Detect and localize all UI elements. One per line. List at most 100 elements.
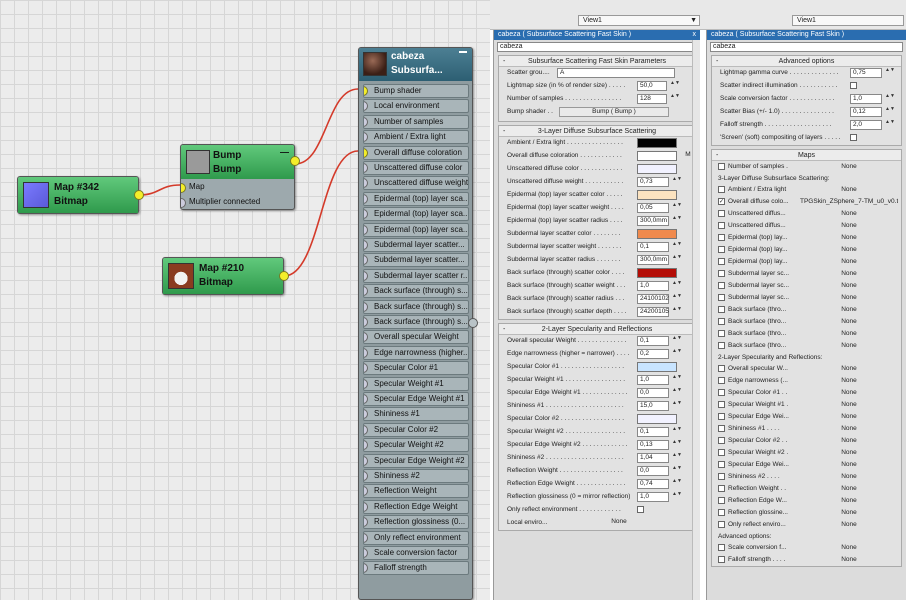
map-enable-checkbox[interactable]: [718, 401, 725, 408]
map-enable-checkbox[interactable]: [718, 521, 725, 528]
material-slot[interactable]: Back surface (through) s...: [363, 315, 469, 329]
map-enable-checkbox[interactable]: [718, 509, 725, 516]
bump-shader-button[interactable]: Bump ( Bump ): [559, 107, 669, 117]
number-field[interactable]: 24200105: [637, 307, 669, 317]
map-enable-checkbox[interactable]: [718, 473, 725, 480]
input-socket[interactable]: [364, 101, 368, 112]
view-selector-right[interactable]: View1: [792, 15, 904, 26]
input-socket[interactable]: [364, 455, 368, 466]
material-slot[interactable]: Scale conversion factor: [363, 546, 469, 560]
material-slot[interactable]: Subdermal layer scatter...: [363, 238, 469, 252]
color-swatch[interactable]: [637, 190, 677, 200]
checkbox[interactable]: [850, 82, 857, 89]
color-swatch[interactable]: [637, 151, 677, 161]
input-socket[interactable]: [364, 147, 368, 158]
map-slot-button[interactable]: None: [800, 496, 898, 506]
number-field[interactable]: 0,12: [850, 107, 882, 117]
material-slot[interactable]: Specular Weight #2: [363, 438, 469, 453]
map-slot-button[interactable]: None: [800, 412, 898, 422]
input-socket[interactable]: [364, 132, 368, 143]
map-enable-checkbox[interactable]: [718, 258, 725, 265]
number-field[interactable]: 1,0: [637, 375, 669, 385]
map-slot-button[interactable]: None: [800, 305, 898, 315]
collapse-icon[interactable]: —: [280, 147, 289, 157]
map-slot-button[interactable]: None: [800, 341, 898, 351]
color-swatch[interactable]: [637, 414, 677, 424]
map-enable-checkbox[interactable]: ✓: [718, 198, 725, 205]
material-slot[interactable]: Unscattered diffuse weight: [363, 176, 469, 191]
map-slot-button[interactable]: None: [800, 245, 898, 255]
map-slot-button[interactable]: None: [800, 293, 898, 303]
slot-multiplier[interactable]: Multiplier connected: [181, 195, 294, 211]
spinner-icon[interactable]: ▲▼: [672, 492, 682, 502]
map-slot-button[interactable]: None: [800, 269, 898, 279]
color-swatch[interactable]: [637, 138, 677, 148]
input-socket[interactable]: [364, 255, 368, 266]
number-field[interactable]: 1,0: [637, 492, 669, 502]
input-socket[interactable]: [364, 163, 368, 173]
map-enable-checkbox[interactable]: [718, 377, 725, 384]
map-enable-checkbox[interactable]: [718, 282, 725, 289]
material-slot[interactable]: Back surface (through) s...: [363, 299, 469, 314]
input-socket[interactable]: [364, 409, 368, 420]
spinner-icon[interactable]: ▲▼: [672, 388, 682, 398]
node-map210[interactable]: Map #210 Bitmap: [162, 257, 289, 295]
map-slot-button[interactable]: None: [800, 317, 898, 327]
spinner-icon[interactable]: ▲▼: [672, 375, 682, 385]
output-socket[interactable]: [468, 318, 478, 328]
scatter-group-field[interactable]: A: [557, 68, 675, 78]
number-field[interactable]: 1,0: [637, 281, 669, 291]
input-socket[interactable]: [364, 193, 368, 204]
node-editor-canvas[interactable]: Map #342 Bitmap Map #210 Bitmap Bump Bum…: [0, 0, 490, 600]
map-slot-button[interactable]: None: [800, 460, 898, 470]
map-slot-button[interactable]: None: [800, 257, 898, 267]
material-slot[interactable]: Subdermal layer scatter r...: [363, 268, 469, 283]
material-slot[interactable]: Unscattered diffuse color: [363, 161, 469, 175]
material-slot[interactable]: Overall diffuse coloration: [363, 145, 469, 160]
input-socket[interactable]: [364, 394, 368, 404]
color-swatch[interactable]: [637, 268, 677, 278]
output-socket[interactable]: [279, 271, 289, 281]
spinner-icon[interactable]: ▲▼: [672, 336, 682, 346]
map-enable-checkbox[interactable]: [718, 497, 725, 504]
map-slot-button[interactable]: None: [800, 209, 898, 219]
input-socket[interactable]: [364, 347, 368, 358]
material-slot[interactable]: Only reflect environment: [363, 530, 469, 545]
input-socket[interactable]: [364, 317, 368, 327]
map-enable-checkbox[interactable]: [718, 186, 725, 193]
input-socket[interactable]: [364, 178, 368, 189]
color-swatch[interactable]: [637, 164, 677, 174]
map-enable-checkbox[interactable]: [718, 330, 725, 337]
input-socket[interactable]: [364, 424, 368, 435]
input-socket[interactable]: [364, 116, 368, 127]
rollout-header[interactable]: -2-Layer Specularity and Reflections: [499, 324, 695, 335]
input-socket[interactable]: [364, 440, 368, 451]
spinner-icon[interactable]: ▲▼: [885, 68, 895, 78]
view-selector-left[interactable]: View1 ▼: [578, 15, 700, 26]
number-field[interactable]: 0,0: [637, 388, 669, 398]
map-slot-button[interactable]: None: [800, 508, 898, 518]
spinner-icon[interactable]: ▲▼: [672, 216, 682, 226]
map-slot-button[interactable]: None: [800, 376, 898, 386]
material-slot[interactable]: Local environment: [363, 99, 469, 114]
spinner-icon[interactable]: ▲▼: [672, 466, 682, 476]
map-slot-button[interactable]: None: [800, 400, 898, 410]
spinner-icon[interactable]: ▲▼: [885, 120, 895, 130]
map-enable-checkbox[interactable]: [718, 294, 725, 301]
spinner-icon[interactable]: ▲▼: [672, 307, 682, 317]
material-slot[interactable]: Specular Edge Weight #1: [363, 392, 469, 406]
output-socket[interactable]: [290, 156, 300, 166]
material-slot[interactable]: Edge narrowness (higher...: [363, 345, 469, 360]
wire-map342-to-bump[interactable]: [138, 184, 181, 196]
material-slot[interactable]: Subdermal layer scatter...: [363, 253, 469, 268]
map-slot-button[interactable]: None: [800, 364, 898, 374]
map-enable-checkbox[interactable]: [718, 270, 725, 277]
color-swatch[interactable]: [637, 229, 677, 239]
number-field[interactable]: 0,73: [637, 177, 669, 187]
local-environment-button[interactable]: None: [579, 518, 659, 528]
number-field[interactable]: 300,0mm: [637, 255, 669, 265]
map-slot-button[interactable]: None: [800, 448, 898, 458]
input-socket[interactable]: [364, 209, 368, 220]
material-slot[interactable]: Specular Edge Weight #2: [363, 453, 469, 468]
input-socket[interactable]: [181, 198, 186, 208]
